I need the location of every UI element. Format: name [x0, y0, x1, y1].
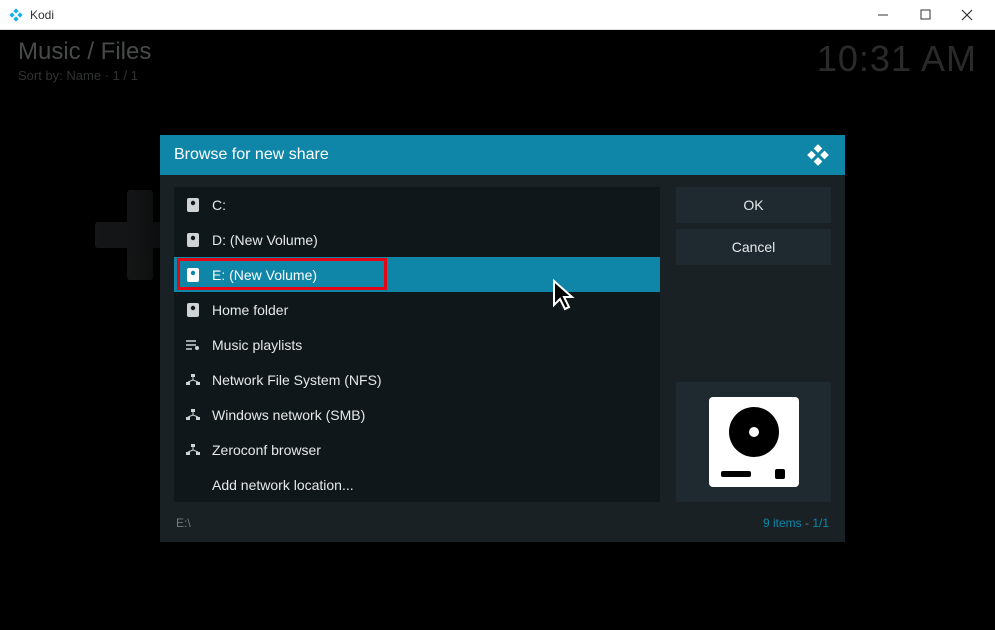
list-item-label: Add network location...	[212, 477, 354, 493]
clock: 10:31 AM	[817, 38, 977, 80]
network-icon	[184, 409, 202, 421]
list-item[interactable]: Network File System (NFS)	[174, 362, 660, 397]
minimize-button[interactable]	[871, 3, 895, 27]
list-item[interactable]: Zeroconf browser	[174, 432, 660, 467]
window-titlebar: Kodi	[0, 0, 995, 30]
list-item-label: Windows network (SMB)	[212, 407, 365, 423]
list-item[interactable]: Music playlists	[174, 327, 660, 362]
network-icon	[184, 374, 202, 386]
dialog-header: Browse for new share	[160, 135, 845, 175]
drive-icon	[184, 268, 202, 282]
sort-line: Sort by: Name · 1 / 1	[18, 68, 151, 83]
list-item-label: Network File System (NFS)	[212, 372, 382, 388]
location-list: C: D: (New Volume) E: (New Volume) Home …	[174, 187, 660, 502]
list-item[interactable]: D: (New Volume)	[174, 222, 660, 257]
list-item-label: Home folder	[212, 302, 288, 318]
list-item[interactable]: Windows network (SMB)	[174, 397, 660, 432]
list-item-label: Music playlists	[212, 337, 302, 353]
list-item-label: Zeroconf browser	[212, 442, 321, 458]
preview-pane	[676, 382, 831, 502]
browse-dialog: Browse for new share C: D: (New Volume) …	[160, 135, 845, 542]
list-item-label: C:	[212, 197, 226, 213]
playlist-icon	[184, 339, 202, 351]
cancel-button[interactable]: Cancel	[676, 229, 831, 265]
drive-icon	[184, 303, 202, 317]
ok-button[interactable]: OK	[676, 187, 831, 223]
list-item[interactable]: C:	[174, 187, 660, 222]
ok-label: OK	[743, 197, 763, 213]
list-item-label: E: (New Volume)	[212, 267, 317, 283]
maximize-button[interactable]	[913, 3, 937, 27]
kodi-app: Music / Files Sort by: Name · 1 / 1 10:3…	[0, 30, 995, 630]
harddrive-icon	[709, 397, 799, 487]
list-item[interactable]: Add network location...	[174, 467, 660, 502]
dialog-footer: E:\ 9 items - 1/1	[160, 508, 845, 542]
kodi-logo-icon	[805, 142, 831, 168]
kodi-logo-icon	[8, 7, 24, 23]
dialog-side: OK Cancel	[676, 187, 831, 502]
background-header: Music / Files Sort by: Name · 1 / 1	[18, 38, 151, 83]
list-item-label: D: (New Volume)	[212, 232, 318, 248]
network-icon	[184, 444, 202, 456]
list-item[interactable]: Home folder	[174, 292, 660, 327]
footer-count: 9 items - 1/1	[763, 516, 829, 530]
drive-icon	[184, 198, 202, 212]
footer-path: E:\	[176, 516, 191, 530]
list-item[interactable]: E: (New Volume)	[174, 257, 660, 292]
breadcrumb: Music / Files	[18, 38, 151, 66]
dialog-title: Browse for new share	[174, 146, 805, 164]
window-controls	[871, 3, 987, 27]
dialog-body: C: D: (New Volume) E: (New Volume) Home …	[160, 175, 845, 508]
drive-icon	[184, 233, 202, 247]
window-title: Kodi	[30, 8, 871, 22]
cancel-label: Cancel	[732, 239, 776, 255]
close-button[interactable]	[955, 3, 979, 27]
